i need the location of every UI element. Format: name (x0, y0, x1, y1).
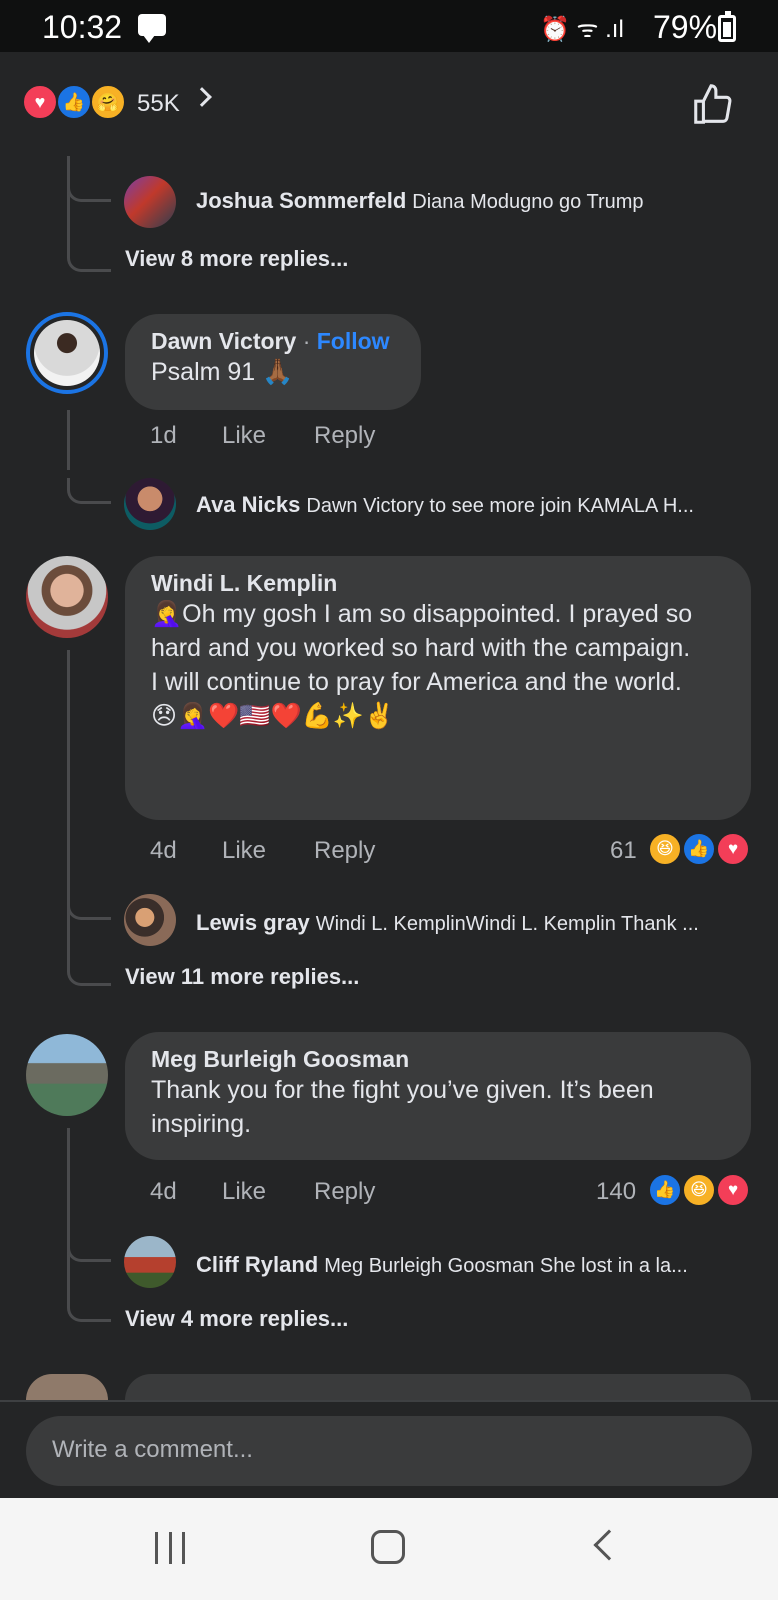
avatar[interactable] (26, 1034, 108, 1116)
reply-button[interactable]: Reply (314, 1178, 375, 1206)
comment-actions: 1d Like Reply (150, 422, 450, 452)
like-reaction-icon: 👍 (648, 1173, 682, 1207)
comment-actions: 4d Like Reply (150, 837, 450, 867)
alarm-wifi-signal-icons: ⏰ ᯤ .ıl (540, 16, 624, 43)
reaction-count: 55K (137, 90, 180, 117)
avatar (34, 320, 100, 386)
comment-text: Thank you for the fight you’ve given. It… (151, 1076, 654, 1138)
thread-line (67, 1128, 70, 1296)
battery-icon (718, 11, 736, 42)
haha-reaction-icon: 😆 (682, 1173, 716, 1207)
system-navigation-bar (0, 1498, 778, 1600)
comment-input[interactable]: Write a comment... (26, 1416, 752, 1486)
reply-button[interactable]: Reply (314, 837, 375, 865)
reply-preview[interactable]: Ava Nicks Dawn Victory to see more join K… (196, 492, 756, 518)
haha-reaction-icon: 😆 (648, 832, 682, 866)
thread-connector (67, 894, 111, 920)
home-icon[interactable] (371, 1530, 405, 1564)
love-reaction-icon: ♥ (716, 1173, 750, 1207)
thread-connector (67, 1296, 111, 1322)
view-more-replies[interactable]: View 8 more replies... (125, 246, 348, 272)
reply-author: Cliff Ryland (196, 1252, 319, 1277)
reply-text: Windi L. KemplinWindi L. Kemplin Thank .… (315, 913, 699, 935)
comment-composer-area: Write a comment... (0, 1400, 778, 1498)
reaction-count: 61 (610, 837, 637, 864)
author-name: Dawn Victory (151, 328, 297, 354)
reply-author: Lewis gray (196, 910, 310, 935)
reply-preview[interactable]: Joshua Sommerfeld Diana Modugno go Trump (196, 188, 756, 214)
author-name: Meg Burleigh Goosman (151, 1046, 410, 1072)
comment-actions: 4d Like Reply (150, 1178, 450, 1208)
reply-preview[interactable]: Cliff Ryland Meg Burleigh Goosman She los… (196, 1252, 756, 1278)
status-time: 10:32 (42, 9, 123, 45)
view-more-replies[interactable]: View 4 more replies... (125, 1306, 348, 1332)
follow-button[interactable]: Follow (317, 328, 390, 354)
like-outline-icon[interactable] (690, 82, 736, 128)
comment-time: 1d (150, 422, 177, 449)
love-reaction-icon: ♥ (22, 84, 58, 120)
thread-connector (67, 960, 111, 986)
reply-text: Diana Modugno go Trump (412, 191, 644, 213)
comment-time: 4d (150, 1178, 177, 1205)
reply-text: Meg Burleigh Goosman She lost in a la... (324, 1255, 688, 1277)
like-button[interactable]: Like (222, 422, 266, 450)
back-icon[interactable] (593, 1529, 625, 1561)
reaction-count: 140 (596, 1178, 637, 1205)
reply-button[interactable]: Reply (314, 422, 375, 450)
reactions-summary-button[interactable]: ♥ 👍 🤗 (20, 76, 220, 130)
author-name: Windi L. Kemplin (151, 570, 338, 596)
reply-author: Joshua Sommerfeld (196, 188, 407, 213)
comment-author: Dawn Victory · Follow (151, 328, 395, 355)
avatar[interactable] (26, 556, 108, 638)
status-bar: 10:32 ⏰ ᯤ .ıl 79% (0, 0, 778, 52)
battery-percent: 79% (653, 9, 718, 45)
avatar-story-ring[interactable] (26, 312, 108, 394)
comment-text: 🤦‍♀️Oh my gosh I am so disappointed. I p… (151, 600, 693, 730)
recent-apps-icon[interactable] (155, 1532, 185, 1564)
reply-preview[interactable]: Lewis gray Windi L. KemplinWindi L. Kempl… (196, 910, 756, 936)
comment-reactions-summary[interactable]: 61 😆 👍 ♥ (600, 832, 760, 872)
thread-connector (67, 246, 111, 272)
thread-connector (67, 176, 111, 202)
avatar[interactable] (124, 894, 176, 946)
comment-text: Psalm 91 🙏🏾 (151, 358, 294, 386)
comment-input-placeholder: Write a comment... (52, 1436, 253, 1463)
care-reaction-icon: 🤗 (90, 84, 126, 120)
comment-bubble[interactable]: Dawn Victory · Follow Psalm 91 🙏🏾 (125, 314, 421, 410)
avatar[interactable] (124, 176, 176, 228)
reply-author: Ava Nicks (196, 492, 301, 517)
love-reaction-icon: ♥ (716, 832, 750, 866)
reactions-header: ♥ 👍 🤗 55K (0, 52, 778, 152)
view-more-replies[interactable]: View 11 more replies... (125, 964, 359, 990)
thread-line (67, 410, 70, 470)
like-reaction-icon: 👍 (682, 832, 716, 866)
avatar[interactable] (26, 1374, 108, 1400)
comment-bubble[interactable] (125, 1374, 751, 1400)
message-notification-icon (138, 14, 166, 43)
thread-line (67, 156, 70, 246)
comment-bubble[interactable]: Meg Burleigh Goosman Thank you for the f… (125, 1032, 751, 1160)
name-separator: · (302, 328, 311, 354)
reply-text: Dawn Victory to see more join KAMALA H..… (306, 495, 694, 517)
like-reaction-icon: 👍 (56, 84, 92, 120)
like-button[interactable]: Like (222, 1178, 266, 1206)
avatar[interactable] (124, 1236, 176, 1288)
comment-reactions-summary[interactable]: 140 👍 😆 ♥ (590, 1173, 760, 1213)
comment-bubble[interactable]: Windi L. Kemplin 🤦‍♀️Oh my gosh I am so … (125, 556, 751, 820)
avatar[interactable] (124, 478, 176, 530)
like-button[interactable]: Like (222, 837, 266, 865)
thread-connector (67, 1236, 111, 1262)
comment-time: 4d (150, 837, 177, 864)
thread-connector (67, 478, 111, 504)
